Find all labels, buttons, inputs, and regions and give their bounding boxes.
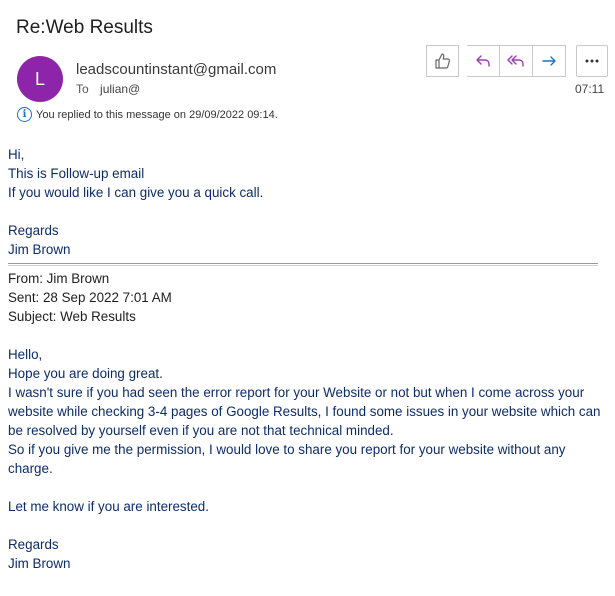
to-label: To [76,82,89,96]
replied-notice: i You replied to this message on 29/09/2… [17,107,278,122]
more-icon [585,59,599,63]
message-time: 07:11 [575,82,605,96]
reply-signature: Regards [8,223,59,238]
original-signature: Jim Brown [8,556,71,571]
original-line: Let me know if you are interested. [8,499,209,514]
original-signature: Regards [8,537,59,552]
like-button[interactable] [426,45,459,77]
original-line: I wasn't sure if you had seen the error … [8,385,601,438]
reply-button[interactable] [467,45,500,77]
original-line: Hello, [8,347,43,362]
forward-button[interactable] [533,45,566,77]
quoted-from: From: Jim Brown [8,271,110,286]
reply-line: If you would like I can give you a quick… [8,185,264,200]
sender-email[interactable]: leadscountinstant@gmail.com [76,61,276,78]
quoted-sent: Sent: 28 Sep 2022 7:01 AM [8,290,172,305]
message-body: Hi, This is Follow-up email If you would… [8,145,608,573]
reply-icon [476,55,490,67]
forward-icon [542,56,556,66]
reply-signature: Jim Brown [8,242,71,257]
reply-all-button[interactable] [500,45,533,77]
quoted-subject: Subject: Web Results [8,309,136,324]
reply-all-icon [507,55,524,67]
recipient-name[interactable]: julian@ [100,82,140,96]
reply-line: This is Follow-up email [8,166,145,181]
info-icon: i [17,107,32,122]
original-line: So if you give me the permission, I woul… [8,442,566,476]
more-actions-button[interactable] [576,45,608,77]
thumbs-up-icon [434,53,450,69]
original-line: Hope you are doing great. [8,366,163,381]
replied-notice-text: You replied to this message on 29/09/202… [36,108,278,121]
message-actions [426,45,608,77]
quote-divider [8,263,598,266]
email-subject: Re:Web Results [16,17,153,38]
recipient-row: To julian@ [76,82,140,96]
sender-avatar[interactable]: L [17,56,63,102]
reply-line: Hi, [8,147,25,162]
